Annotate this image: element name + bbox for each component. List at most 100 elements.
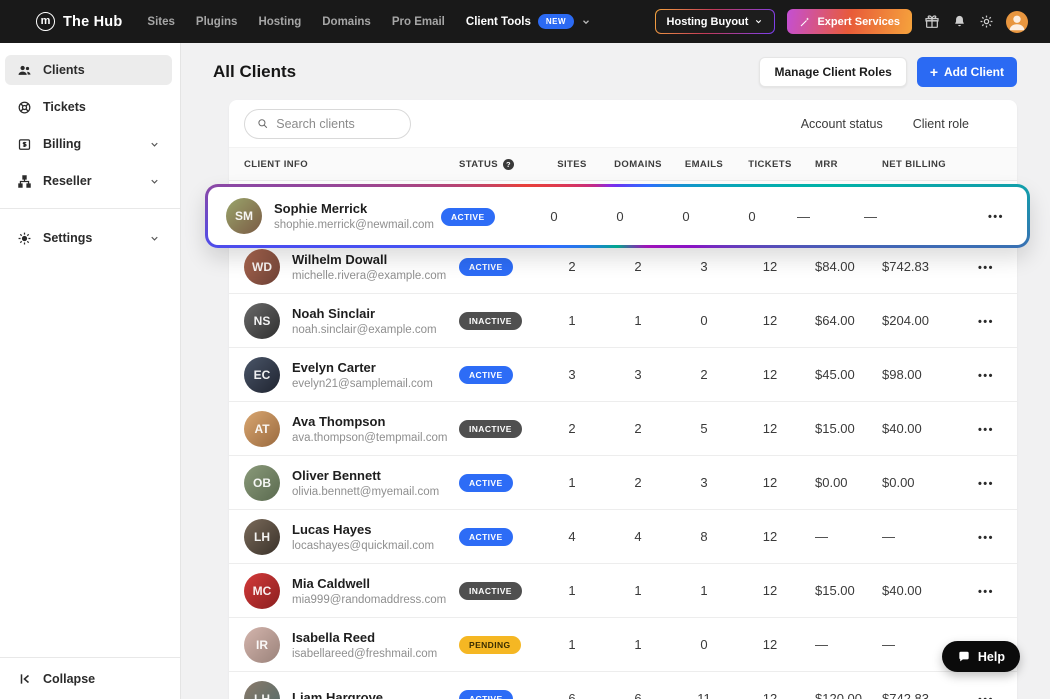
client-name: Liam Hargrove [292, 690, 383, 699]
hosting-buyout-button[interactable]: Hosting Buyout [655, 9, 776, 34]
search-clients-field[interactable] [244, 109, 411, 139]
add-client-button[interactable]: + Add Client [917, 57, 1017, 87]
tickets-count: 12 [737, 583, 803, 598]
sidebar-item-billing[interactable]: Billing [5, 129, 172, 159]
expert-services-label: Expert Services [817, 16, 900, 28]
status-badge: ACTIVE [459, 366, 513, 384]
column-status[interactable]: STATUS ? [459, 159, 539, 170]
filter-client-role[interactable]: Client role [913, 117, 969, 131]
top-nav: Sites Plugins Hosting Domains Pro Email [147, 16, 444, 28]
sidebar-item-label: Billing [43, 137, 81, 151]
sidebar-item-label: Settings [43, 231, 92, 245]
nav-client-tools[interactable]: Client Tools NEW [466, 14, 591, 29]
row-menu-button[interactable]: ••• [978, 424, 994, 436]
status-badge: INACTIVE [459, 582, 522, 600]
main-content: All Clients Manage Client Roles + Add Cl… [181, 43, 1050, 699]
column-sites[interactable]: SITES [539, 159, 605, 170]
hub-logo[interactable]: m The Hub [36, 12, 122, 31]
domains-count: 4 [605, 529, 671, 544]
column-tickets[interactable]: TICKETS [737, 159, 803, 170]
nav-hosting[interactable]: Hosting [258, 16, 301, 28]
net-billing-value: — [849, 209, 937, 224]
row-menu-button[interactable]: ••• [988, 211, 1004, 223]
user-avatar[interactable] [1006, 11, 1028, 33]
hosting-buyout-label: Hosting Buyout [667, 16, 749, 28]
table-row[interactable]: MC Mia Caldwell mia999@randomaddress.com… [229, 564, 1017, 618]
column-client-info[interactable]: CLIENT INFO [244, 159, 459, 170]
bell-icon[interactable] [952, 14, 967, 29]
collapse-button[interactable]: Collapse [0, 657, 180, 699]
client-email: shophie.merrick@newmail.com [274, 219, 434, 231]
client-avatar: AT [244, 411, 280, 447]
domains-count: 1 [605, 583, 671, 598]
chat-icon [957, 650, 971, 664]
table-row-highlighted[interactable]: SM Sophie Merrick shophie.merrick@newmai… [205, 184, 1030, 248]
table-row[interactable]: LH Lucas Hayes locashayes@quickmail.com … [229, 510, 1017, 564]
row-menu-button[interactable]: ••• [978, 262, 994, 274]
row-menu-button[interactable]: ••• [978, 532, 994, 544]
client-name: Wilhelm Dowall [292, 252, 446, 267]
sidebar-item-reseller[interactable]: Reseller [5, 166, 172, 196]
net-billing-value: — [867, 529, 955, 544]
sites-count: 1 [539, 313, 605, 328]
client-email: isabellareed@freshmail.com [292, 648, 437, 660]
sidebar-item-tickets[interactable]: Tickets [5, 92, 172, 122]
nav-domains[interactable]: Domains [322, 16, 371, 28]
column-domains[interactable]: DOMAINS [605, 159, 671, 170]
net-billing-value: $40.00 [867, 583, 955, 598]
row-menu-button[interactable]: ••• [978, 694, 994, 699]
client-avatar: LH [244, 519, 280, 555]
emails-count: 3 [671, 475, 737, 490]
gift-icon[interactable] [924, 14, 940, 30]
manage-client-roles-button[interactable]: Manage Client Roles [759, 57, 906, 87]
table-row[interactable]: LH Liam Hargrove ACTIVE 6 6 11 12 $120.0… [229, 672, 1017, 699]
row-menu-button[interactable]: ••• [978, 316, 994, 328]
row-menu-button[interactable]: ••• [978, 370, 994, 382]
table-row[interactable]: OB Oliver Bennett olivia.bennett@myemail… [229, 456, 1017, 510]
table-row[interactable]: WD Wilhelm Dowall michelle.rivera@exampl… [229, 240, 1017, 294]
status-badge: ACTIVE [441, 208, 495, 226]
row-menu-button[interactable]: ••• [978, 586, 994, 598]
tickets-count: 12 [737, 367, 803, 382]
mrr-value: — [785, 209, 849, 224]
nav-pro-email[interactable]: Pro Email [392, 16, 445, 28]
column-emails[interactable]: EMAILS [671, 159, 737, 170]
client-name: Mia Caldwell [292, 576, 446, 591]
sidebar-item-settings[interactable]: Settings [5, 223, 172, 253]
search-input[interactable] [276, 117, 398, 131]
column-mrr[interactable]: MRR [803, 159, 867, 170]
gear-icon[interactable] [979, 14, 994, 29]
nav-plugins[interactable]: Plugins [196, 16, 238, 28]
sidebar-item-label: Tickets [43, 100, 86, 114]
row-menu-button[interactable]: ••• [978, 478, 994, 490]
sites-count: 6 [539, 691, 605, 699]
nav-sites[interactable]: Sites [147, 16, 175, 28]
status-help-icon[interactable]: ? [503, 159, 514, 170]
sidebar-item-clients[interactable]: Clients [5, 55, 172, 85]
client-avatar: LH [244, 681, 280, 699]
mrr-value: $45.00 [803, 367, 867, 382]
mrr-value: $15.00 [803, 583, 867, 598]
status-badge: ACTIVE [459, 528, 513, 546]
sidebar: Clients Tickets Billing Reseller Settings Co… [0, 43, 181, 699]
table-row[interactable]: NS Noah Sinclair noah.sinclair@example.c… [229, 294, 1017, 348]
net-billing-value: $40.00 [867, 421, 955, 436]
new-badge: NEW [538, 14, 574, 29]
table-toolbar: Account status Client role [229, 100, 1017, 147]
column-net-billing[interactable]: NET BILLING [867, 159, 955, 170]
client-avatar: WD [244, 249, 280, 285]
chevron-down-icon [754, 17, 763, 26]
filters: Account status Client role [801, 117, 969, 131]
table-row[interactable]: AT Ava Thompson ava.thompson@tempmail.co… [229, 402, 1017, 456]
expert-services-button[interactable]: Expert Services [787, 9, 912, 34]
client-email: noah.sinclair@example.com [292, 324, 437, 336]
table-row[interactable]: EC Evelyn Carter evelyn21@samplemail.com… [229, 348, 1017, 402]
table-row[interactable]: IR Isabella Reed isabellareed@freshmail.… [229, 618, 1017, 672]
emails-count: 0 [671, 637, 737, 652]
help-button[interactable]: Help [942, 641, 1020, 672]
client-email: ava.thompson@tempmail.com [292, 432, 448, 444]
client-name: Oliver Bennett [292, 468, 439, 483]
filter-account-status[interactable]: Account status [801, 117, 883, 131]
status-badge: ACTIVE [459, 474, 513, 492]
client-email: mia999@randomaddress.com [292, 594, 446, 606]
